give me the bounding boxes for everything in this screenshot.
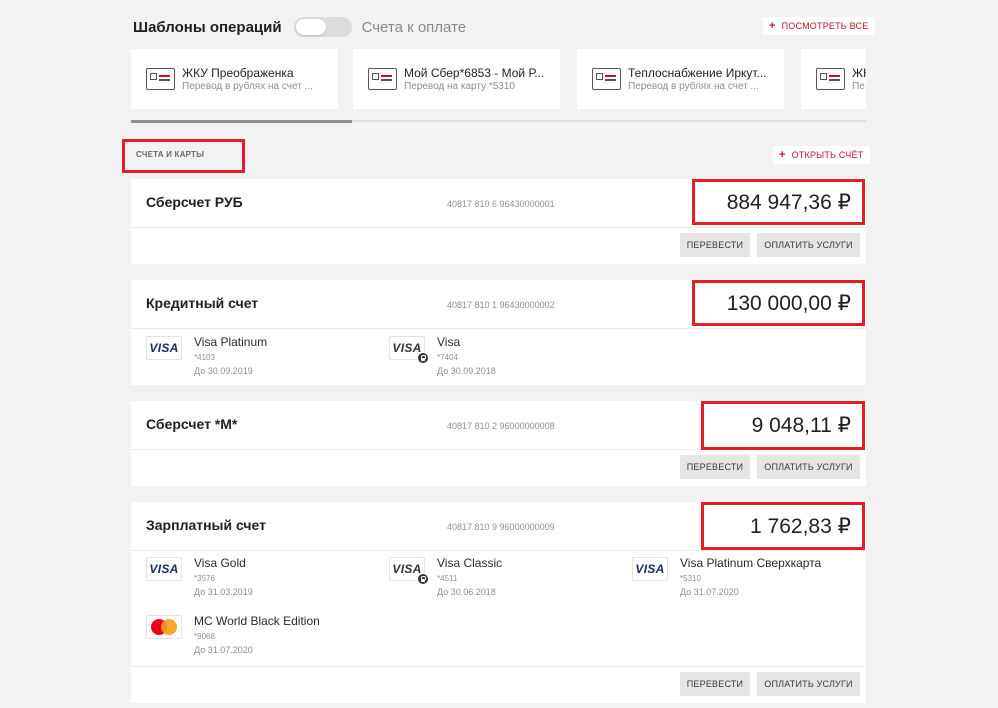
templates-scrollbar[interactable] <box>131 120 866 123</box>
card-brand: VISA <box>392 341 422 355</box>
lock-icon <box>417 352 429 364</box>
transfer-button[interactable]: ПЕРЕВЕСТИ <box>680 233 750 257</box>
template-subtitle: Перевод на карту *5310 <box>404 81 515 92</box>
template-title: ЖК <box>852 66 866 80</box>
lock-icon <box>417 573 429 585</box>
account-card[interactable]: Зарплатный счет 40817 810 9 96000000009 … <box>131 502 866 703</box>
toggle-knob <box>295 19 326 35</box>
receipt-card-icon <box>816 68 845 90</box>
template-title: Теплоснабжение Иркут... <box>628 66 767 80</box>
account-header: Зарплатный счет 40817 810 9 96000000009 … <box>131 502 866 551</box>
card-number: *5310 <box>680 574 701 584</box>
account-name: Зарплатный счет <box>146 517 267 533</box>
card-number: *4511 <box>437 574 458 584</box>
card-brand: VISA <box>149 341 179 355</box>
account-number: 40817 810 2 96000000008 <box>447 421 555 431</box>
card-title: Visa Platinum <box>194 335 268 349</box>
receipt-card-icon <box>592 68 621 90</box>
card-title: Visa Classic <box>437 556 503 570</box>
account-name: Сберсчет РУБ <box>146 194 243 210</box>
template-title: Мой Сбер*6853 - Мой Р... <box>404 66 545 80</box>
template-subtitle: Перевод в рублях на счет ... <box>628 81 759 92</box>
template-card[interactable]: ЖК Пе <box>801 49 866 109</box>
account-name: Сберсчет *М* <box>146 416 238 432</box>
receipt-card-icon <box>368 68 397 90</box>
card-brand: VISA <box>392 562 422 576</box>
card-expiry: До 30.09.2019 <box>194 365 253 376</box>
card-number: *4103 <box>194 353 215 363</box>
card-title: MC World Black Edition <box>194 614 320 628</box>
tabs-toggle[interactable] <box>293 17 352 37</box>
account-number: 40817 810 6 96430000001 <box>447 199 555 209</box>
card-expiry: До 31.07.2020 <box>194 644 253 655</box>
see-all-label: ПОСМОТРЕТЬ ВСЕ <box>781 21 869 31</box>
card-title: Visa Gold <box>194 556 246 570</box>
bank-card[interactable]: MC World Black Edition *9068 До 31.07.20… <box>146 614 320 656</box>
card-title: Visa Platinum Сверхкарта <box>680 556 822 570</box>
tab-templates[interactable]: Шаблоны операций <box>133 19 282 36</box>
account-actions: ПЕРЕВЕСТИ ОПЛАТИТЬ УСЛУГИ <box>680 233 860 257</box>
pay-services-button[interactable]: ОПЛАТИТЬ УСЛУГИ <box>757 455 860 479</box>
card-brand: VISA <box>149 562 179 576</box>
plus-icon: + <box>779 149 786 161</box>
account-header: Сберсчет РУБ 40817 810 6 96430000001 884… <box>131 179 866 228</box>
mastercard-logo-icon <box>146 615 182 639</box>
account-name: Кредитный счет <box>146 295 259 311</box>
card-number: *9068 <box>194 632 215 642</box>
account-card[interactable]: Кредитный счет 40817 810 1 96430000002 1… <box>131 280 866 385</box>
bank-card[interactable]: VISA Visa *7404 До 30.09.2018 <box>389 335 496 377</box>
bank-card[interactable]: VISA Visa Gold *3576 До 31.03.2019 <box>146 556 253 598</box>
visa-logo-icon: VISA <box>389 336 429 364</box>
bank-card[interactable]: VISA Visa Platinum Сверхкарта *5310 До 3… <box>632 556 822 598</box>
see-all-button[interactable]: + ПОСМОТРЕТЬ ВСЕ <box>763 17 876 35</box>
card-expiry: До 30.09.2018 <box>437 365 496 376</box>
account-number: 40817 810 9 96000000009 <box>447 522 555 532</box>
visa-logo-icon: VISA <box>389 557 429 585</box>
account-card[interactable]: Сберсчет РУБ 40817 810 6 96430000001 884… <box>131 179 866 264</box>
account-balance: 884 947,36 ₽ <box>692 179 865 225</box>
template-subtitle: Пе <box>852 81 865 92</box>
transfer-button[interactable]: ПЕРЕВЕСТИ <box>680 455 750 479</box>
plus-icon: + <box>769 20 776 32</box>
section-title: СЧЕТА И КАРТЫ <box>122 139 245 173</box>
account-card[interactable]: Сберсчет *М* 40817 810 2 96000000008 9 0… <box>131 401 866 486</box>
account-balance: 9 048,11 ₽ <box>701 401 865 450</box>
card-number: *3576 <box>194 574 215 584</box>
visa-logo-icon: VISA <box>632 557 668 581</box>
account-header: Сберсчет *М* 40817 810 2 96000000008 9 0… <box>131 401 866 450</box>
card-expiry: До 31.07.2020 <box>680 586 739 597</box>
operations-tabs: Шаблоны операций Счета к оплате <box>133 14 466 40</box>
bank-card[interactable]: VISA Visa Classic *4511 До 30.06.2018 <box>389 556 503 598</box>
divider <box>131 666 866 667</box>
template-card[interactable]: Теплоснабжение Иркут... Перевод в рублях… <box>577 49 784 109</box>
pay-services-button[interactable]: ОПЛАТИТЬ УСЛУГИ <box>757 672 860 696</box>
template-subtitle: Перевод в рублях на счет ... <box>182 81 313 92</box>
templates-carousel: ЖКУ Преображенка Перевод в рублях на сче… <box>131 49 866 109</box>
account-balance: 130 000,00 ₽ <box>692 280 865 326</box>
pay-services-button[interactable]: ОПЛАТИТЬ УСЛУГИ <box>757 233 860 257</box>
card-expiry: До 30.06.2018 <box>437 586 496 597</box>
card-number: *7404 <box>437 353 458 363</box>
visa-logo-icon: VISA <box>146 336 182 360</box>
receipt-card-icon <box>146 68 175 90</box>
template-card[interactable]: ЖКУ Преображенка Перевод в рублях на сче… <box>131 49 338 109</box>
template-title: ЖКУ Преображенка <box>182 66 294 80</box>
tab-bills[interactable]: Счета к оплате <box>362 19 467 36</box>
card-title: Visa <box>437 335 461 349</box>
template-card[interactable]: Мой Сбер*6853 - Мой Р... Перевод на карт… <box>353 49 560 109</box>
account-header: Кредитный счет 40817 810 1 96430000002 1… <box>131 280 866 329</box>
card-expiry: До 31.03.2019 <box>194 586 253 597</box>
transfer-button[interactable]: ПЕРЕВЕСТИ <box>680 672 750 696</box>
bank-card[interactable]: VISA Visa Platinum *4103 До 30.09.2019 <box>146 335 268 377</box>
account-balance: 1 762,83 ₽ <box>701 502 865 550</box>
visa-logo-icon: VISA <box>146 557 182 581</box>
open-account-label: ОТКРЫТЬ СЧЁТ <box>791 150 864 160</box>
account-actions: ПЕРЕВЕСТИ ОПЛАТИТЬ УСЛУГИ <box>680 455 860 479</box>
card-brand: VISA <box>635 562 665 576</box>
scrollbar-thumb[interactable] <box>131 120 352 123</box>
account-actions: ПЕРЕВЕСТИ ОПЛАТИТЬ УСЛУГИ <box>680 672 860 696</box>
open-account-button[interactable]: + ОТКРЫТЬ СЧЁТ <box>773 146 871 164</box>
account-number: 40817 810 1 96430000002 <box>447 300 555 310</box>
